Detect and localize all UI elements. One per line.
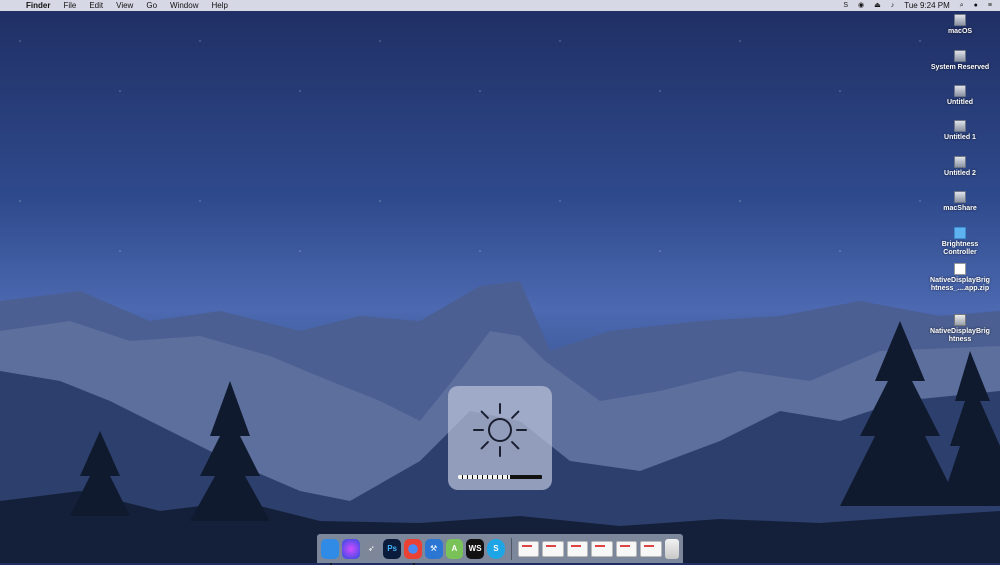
finder-icon[interactable] bbox=[321, 538, 339, 565]
desktop-item-brightness-controller[interactable]: Brightness Controller bbox=[920, 227, 1000, 257]
xcode-icon[interactable]: ⚒ bbox=[424, 538, 443, 559]
desktop-item-untitled-1[interactable]: Untitled 1 bbox=[920, 120, 1000, 141]
dock-separator bbox=[510, 537, 512, 560]
drive-icon bbox=[954, 85, 966, 97]
menu-file[interactable]: File bbox=[63, 0, 76, 11]
desktop-item-macos[interactable]: macOS bbox=[920, 14, 1000, 35]
desktop-item-nativedisplaybrightness-zip[interactable]: NativeDisplayBrightness_....app.zip bbox=[920, 263, 1000, 293]
app-menu-finder[interactable]: Finder bbox=[26, 0, 50, 11]
user-icon[interactable]: ● bbox=[974, 0, 978, 11]
eject-icon[interactable]: ⏏ bbox=[874, 0, 881, 11]
webstorm-icon[interactable]: WS bbox=[466, 538, 484, 559]
drive-icon bbox=[954, 156, 966, 168]
minimized-window-6[interactable] bbox=[640, 540, 662, 557]
desktop-item-label: System Reserved bbox=[930, 64, 990, 71]
folder-icon bbox=[954, 227, 966, 239]
zip-file-icon bbox=[954, 263, 966, 275]
minimized-window-3[interactable] bbox=[566, 540, 589, 557]
siri-icon[interactable] bbox=[341, 538, 360, 559]
desktop-item-label: Untitled 1 bbox=[944, 134, 976, 141]
drive-icon bbox=[954, 14, 966, 26]
menu-go[interactable]: Go bbox=[146, 0, 157, 11]
desktop-item-label: NativeDisplayBrightness_....app.zip bbox=[930, 277, 990, 292]
desktop-item-nativedisplaybrightness-app[interactable]: NativeDisplayBrightness bbox=[920, 314, 1000, 344]
search-icon[interactable]: ⌕ bbox=[960, 0, 964, 11]
menu-window[interactable]: Window bbox=[170, 0, 198, 11]
desktop-item-system-reserved[interactable]: System Reserved bbox=[920, 50, 1000, 71]
drive-icon bbox=[954, 50, 966, 62]
desktop-item-label: NativeDisplayBrightness bbox=[930, 328, 990, 343]
android-studio-icon[interactable]: A bbox=[445, 538, 464, 559]
desktop-item-label: Brightness Controller bbox=[941, 241, 979, 256]
minimized-window-4[interactable] bbox=[591, 540, 613, 557]
desktop-item-label: macShare bbox=[943, 205, 977, 212]
dock: ➶ Ps ⚒ A WS S bbox=[317, 534, 683, 565]
trash-icon[interactable] bbox=[664, 538, 680, 559]
volume-icon[interactable]: ♪ bbox=[891, 0, 895, 11]
app-icon bbox=[954, 314, 966, 326]
minimized-window-2[interactable] bbox=[542, 540, 564, 557]
drive-icon bbox=[954, 120, 966, 132]
skype-icon[interactable]: S bbox=[843, 0, 848, 11]
menu-edit[interactable]: Edit bbox=[89, 0, 103, 11]
drive-icon bbox=[954, 191, 966, 203]
desktop-item-macshare[interactable]: macShare bbox=[920, 191, 1000, 212]
minimized-window-5[interactable] bbox=[615, 540, 638, 557]
eye-icon[interactable]: ◉ bbox=[858, 0, 864, 11]
desktop-item-label: Untitled bbox=[946, 99, 974, 106]
brightness-hud bbox=[448, 386, 552, 490]
photoshop-icon[interactable]: Ps bbox=[383, 538, 401, 559]
menu-clock[interactable]: Tue 9:24 PM bbox=[904, 1, 950, 10]
desktop-item-untitled-2[interactable]: Untitled 2 bbox=[920, 156, 1000, 177]
brightness-level-fill bbox=[458, 475, 511, 479]
minimized-window-1[interactable] bbox=[517, 540, 540, 557]
desktop-item-label: Untitled 2 bbox=[944, 170, 976, 177]
brightness-level-bar bbox=[458, 475, 542, 479]
menu-bar: Finder File Edit View Go Window Help S ◉… bbox=[0, 0, 1000, 11]
menu-help[interactable]: Help bbox=[211, 0, 227, 11]
desktop-item-label: macOS bbox=[947, 28, 973, 35]
stars bbox=[0, 11, 1000, 291]
chrome-icon[interactable] bbox=[404, 538, 422, 565]
desktop-item-untitled[interactable]: Untitled bbox=[920, 85, 1000, 106]
skype-icon[interactable]: S bbox=[487, 538, 505, 559]
brightness-sun-icon bbox=[473, 403, 527, 457]
launchpad-icon[interactable]: ➶ bbox=[362, 538, 381, 559]
list-icon[interactable]: ≡ bbox=[988, 0, 992, 11]
menu-view[interactable]: View bbox=[116, 0, 133, 11]
